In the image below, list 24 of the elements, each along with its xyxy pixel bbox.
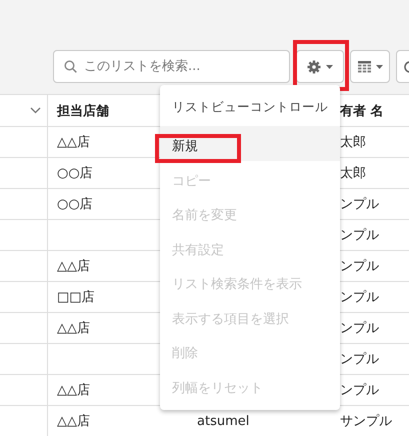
table-cell: 太郎	[340, 135, 366, 150]
table-cell: ○○店	[57, 166, 93, 181]
table-cell: サンプル	[340, 414, 392, 429]
table-cell: △△店	[57, 383, 90, 398]
table-cell: △△店	[57, 414, 90, 429]
table-cell: △△店	[57, 321, 90, 336]
column-header[interactable]: 有者 名	[340, 104, 384, 118]
table-cell: □□店	[57, 290, 95, 305]
table-cell: ンプル	[340, 352, 379, 367]
table-cell: ンプル	[340, 290, 379, 305]
table-cell: atsumel	[197, 414, 250, 428]
table-cell: ンプル	[340, 383, 379, 398]
table-cell: △△店	[57, 135, 90, 150]
menu-item[interactable]: 新規	[160, 126, 340, 160]
table-cell: ンプル	[340, 197, 379, 212]
menu-title: リストビューコントロール	[171, 98, 329, 116]
table-cell: △△店	[57, 259, 90, 274]
table-cell: ○○店	[57, 197, 93, 212]
search-field[interactable]: このリストを検索...	[53, 50, 290, 83]
table-cell: ンプル	[340, 228, 379, 243]
table-cell: ンプル	[340, 321, 379, 336]
column-header[interactable]: 担当店舗	[57, 104, 109, 118]
table-cell: 太郎	[340, 166, 366, 181]
table-cell: ンプル	[340, 259, 379, 274]
